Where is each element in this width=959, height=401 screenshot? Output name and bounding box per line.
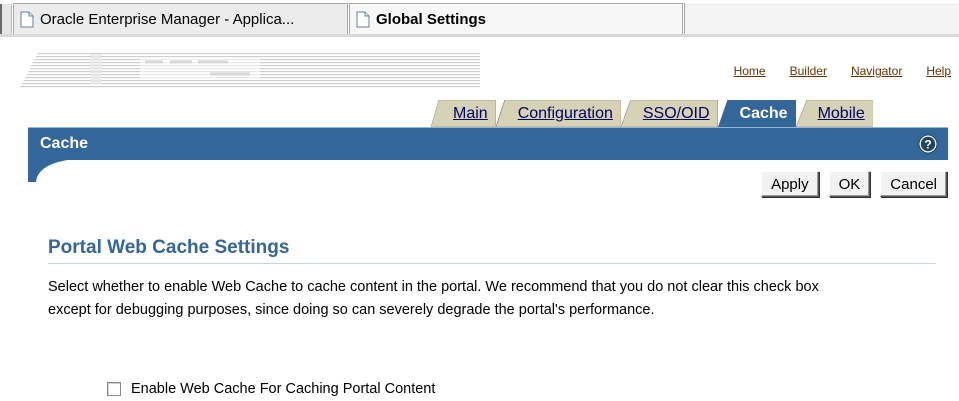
tab-strip-empty <box>684 3 959 34</box>
enable-web-cache-label[interactable]: Enable Web Cache For Caching Portal Cont… <box>131 381 435 397</box>
ok-button[interactable]: OK <box>828 171 871 197</box>
enable-web-cache-row: Enable Web Cache For Caching Portal Cont… <box>107 381 435 397</box>
tab-strip-grip <box>0 4 12 34</box>
browser-tab-strip: Oracle Enterprise Manager - Applica... G… <box>0 0 959 37</box>
help-icon[interactable]: ? <box>918 134 938 154</box>
tab-mobile[interactable]: Mobile <box>795 100 873 127</box>
tab-cache[interactable]: Cache <box>717 100 796 127</box>
document-icon <box>356 11 370 27</box>
cancel-button[interactable]: Cancel <box>880 171 947 197</box>
tab-bar: Main Configuration SSO/OID Cache Mobile <box>431 99 873 127</box>
apply-button[interactable]: Apply <box>761 171 819 197</box>
oracle-portal-logo <box>20 52 480 88</box>
enable-web-cache-checkbox[interactable] <box>107 382 121 396</box>
global-link-help[interactable]: Help <box>926 64 951 78</box>
action-buttons: Apply OK Cancel <box>761 171 947 197</box>
browser-tab-global-settings[interactable]: Global Settings <box>349 3 683 34</box>
tab-sso-oid[interactable]: SSO/OID <box>620 100 718 127</box>
global-link-home[interactable]: Home <box>734 64 766 78</box>
global-link-navigator[interactable]: Navigator <box>851 64 902 78</box>
tab-main[interactable]: Main <box>431 100 496 127</box>
section-title: Portal Web Cache Settings <box>48 237 936 264</box>
browser-tab-title: Oracle Enterprise Manager - Applica... <box>40 10 295 28</box>
page-title: Cache <box>40 135 89 152</box>
document-icon <box>20 11 34 27</box>
section-description: Select whether to enable Web Cache to ca… <box>48 279 819 318</box>
browser-tab-oracle-em[interactable]: Oracle Enterprise Manager - Applica... <box>13 3 348 34</box>
title-bar-curve <box>28 158 88 182</box>
svg-text:?: ? <box>924 138 931 152</box>
browser-tab-title: Global Settings <box>376 10 487 28</box>
tab-configuration[interactable]: Configuration <box>495 100 621 127</box>
page-title-bar: Cache ? <box>28 127 948 160</box>
global-links: Home Builder Navigator Help <box>734 64 951 78</box>
global-link-builder[interactable]: Builder <box>790 64 827 78</box>
